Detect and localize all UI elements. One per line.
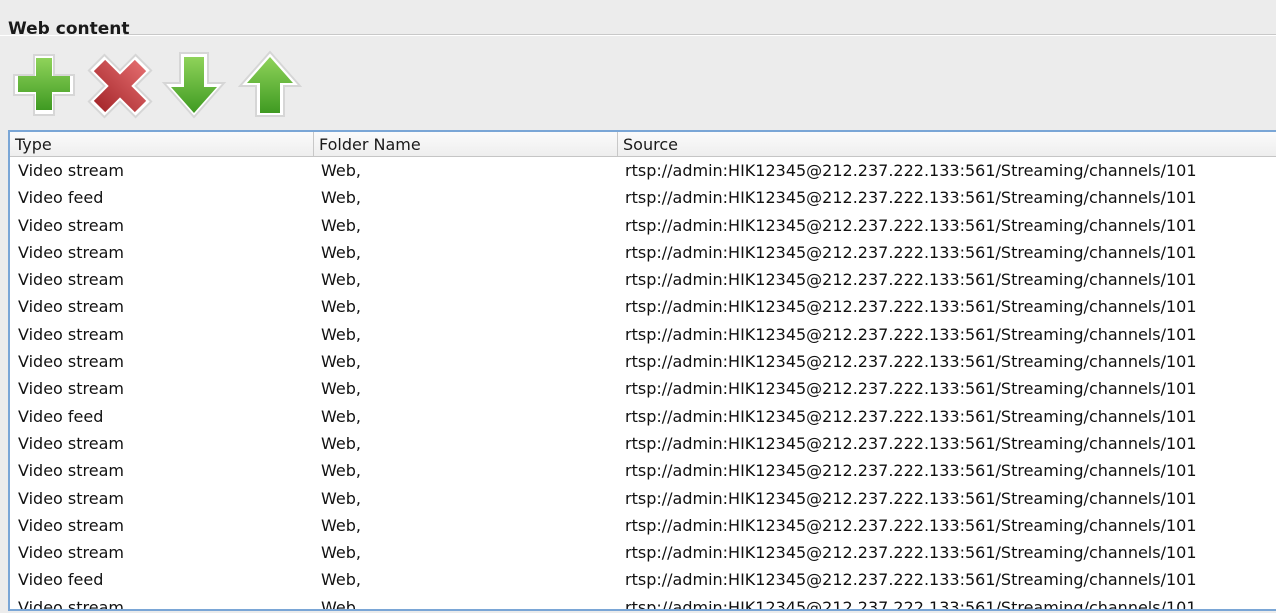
cell-type: Video stream	[18, 433, 124, 453]
green-up-arrow-icon	[237, 50, 303, 117]
cell-type: Video stream	[18, 270, 124, 290]
cell-source: rtsp://admin:HIK12345@212.237.222.133:56…	[625, 433, 1197, 453]
table-row[interactable]: Video feed Web, rtsp://admin:HIK12345@212.…	[10, 566, 1276, 593]
cell-source: rtsp://admin:HIK12345@212.237.222.133:56…	[625, 570, 1197, 590]
table-row[interactable]: Video stream Web, rtsp://admin:HIK12345@21…	[10, 157, 1276, 184]
cell-type: Video stream	[18, 161, 124, 180]
move-down-button[interactable]	[160, 50, 228, 120]
cell-type: Video stream	[18, 242, 124, 262]
cell-folder-name: Web,	[321, 543, 361, 563]
cell-type: Video stream	[18, 597, 124, 611]
cell-folder-name: Web,	[321, 188, 361, 208]
title-divider-highlight	[0, 35, 1276, 36]
cell-type: Video stream	[18, 488, 124, 508]
table-row[interactable]: Video stream Web, rtsp://admin:HIK12345@21…	[10, 594, 1276, 611]
cell-source: rtsp://admin:HIK12345@212.237.222.133:56…	[625, 488, 1197, 508]
table-row[interactable]: Video stream Web, rtsp://admin:HIK12345@21…	[10, 430, 1276, 457]
cell-folder-name: Web,	[321, 379, 361, 399]
cell-type: Video stream	[18, 515, 124, 535]
table-row[interactable]: Video stream Web, rtsp://admin:HIK12345@21…	[10, 375, 1276, 402]
table-row[interactable]: Video stream Web, rtsp://admin:HIK12345@21…	[10, 348, 1276, 375]
cell-folder-name: Web,	[321, 515, 361, 535]
cell-source: rtsp://admin:HIK12345@212.237.222.133:56…	[625, 161, 1197, 180]
add-button[interactable]	[10, 50, 78, 120]
cell-type: Video stream	[18, 352, 124, 372]
table-row[interactable]: Video feed Web, rtsp://admin:HIK12345@212.…	[10, 184, 1276, 211]
cell-folder-name: Web,	[321, 570, 361, 590]
cell-source: rtsp://admin:HIK12345@212.237.222.133:56…	[625, 406, 1197, 426]
cell-type: Video stream	[18, 215, 124, 235]
cell-type: Video stream	[18, 379, 124, 399]
cell-type: Video feed	[18, 570, 104, 590]
cell-folder-name: Web,	[321, 242, 361, 262]
cell-source: rtsp://admin:HIK12345@212.237.222.133:56…	[625, 597, 1197, 611]
red-x-icon	[87, 53, 153, 119]
cell-source: rtsp://admin:HIK12345@212.237.222.133:56…	[625, 543, 1197, 563]
cell-folder-name: Web,	[321, 406, 361, 426]
cell-source: rtsp://admin:HIK12345@212.237.222.133:56…	[625, 215, 1197, 235]
column-header-type[interactable]: Type	[10, 132, 314, 156]
column-header-source[interactable]: Source	[618, 132, 1276, 156]
web-content-table[interactable]: Type Folder Name Source Video stream Web,…	[8, 130, 1276, 611]
table-row[interactable]: Video stream Web, rtsp://admin:HIK12345@21…	[10, 321, 1276, 348]
cell-type: Video stream	[18, 543, 124, 563]
table-row[interactable]: Video stream Web, rtsp://admin:HIK12345@21…	[10, 293, 1276, 320]
table-body: Video stream Web, rtsp://admin:HIK12345@21…	[10, 157, 1276, 611]
cell-type: Video feed	[18, 188, 104, 208]
cell-folder-name: Web,	[321, 597, 361, 611]
cell-source: rtsp://admin:HIK12345@212.237.222.133:56…	[625, 188, 1197, 208]
cell-type: Video stream	[18, 461, 124, 481]
cell-folder-name: Web,	[321, 488, 361, 508]
cell-folder-name: Web,	[321, 433, 361, 453]
cell-folder-name: Web,	[321, 324, 361, 344]
green-down-arrow-icon	[161, 52, 227, 119]
cell-folder-name: Web,	[321, 297, 361, 317]
green-plus-icon	[13, 54, 75, 116]
cell-folder-name: Web,	[321, 461, 361, 481]
remove-button[interactable]	[86, 50, 154, 120]
web-content-panel: Web content Type Folder Name Source Vide…	[0, 0, 1276, 613]
cell-source: rtsp://admin:HIK12345@212.237.222.133:56…	[625, 297, 1197, 317]
cell-source: rtsp://admin:HIK12345@212.237.222.133:56…	[625, 242, 1197, 262]
table-row[interactable]: Video stream Web, rtsp://admin:HIK12345@21…	[10, 485, 1276, 512]
cell-source: rtsp://admin:HIK12345@212.237.222.133:56…	[625, 324, 1197, 344]
table-row[interactable]: Video stream Web, rtsp://admin:HIK12345@21…	[10, 239, 1276, 266]
table-row[interactable]: Video stream Web, rtsp://admin:HIK12345@21…	[10, 457, 1276, 484]
table-row[interactable]: Video stream Web, rtsp://admin:HIK12345@21…	[10, 539, 1276, 566]
cell-source: rtsp://admin:HIK12345@212.237.222.133:56…	[625, 379, 1197, 399]
column-header-folder-name[interactable]: Folder Name	[314, 132, 618, 156]
table-row[interactable]: Video feed Web, rtsp://admin:HIK12345@212.…	[10, 403, 1276, 430]
cell-source: rtsp://admin:HIK12345@212.237.222.133:56…	[625, 270, 1197, 290]
cell-folder-name: Web,	[321, 352, 361, 372]
cell-folder-name: Web,	[321, 161, 361, 180]
table-row[interactable]: Video stream Web, rtsp://admin:HIK12345@21…	[10, 266, 1276, 293]
table-row[interactable]: Video stream Web, rtsp://admin:HIK12345@21…	[10, 212, 1276, 239]
cell-type: Video feed	[18, 406, 104, 426]
cell-folder-name: Web,	[321, 215, 361, 235]
cell-source: rtsp://admin:HIK12345@212.237.222.133:56…	[625, 515, 1197, 535]
cell-source: rtsp://admin:HIK12345@212.237.222.133:56…	[625, 352, 1197, 372]
table-row[interactable]: Video stream Web, rtsp://admin:HIK12345@21…	[10, 512, 1276, 539]
section-title: Web content	[8, 19, 130, 39]
cell-type: Video stream	[18, 297, 124, 317]
move-up-button[interactable]	[236, 50, 304, 120]
cell-source: rtsp://admin:HIK12345@212.237.222.133:56…	[625, 461, 1197, 481]
cell-type: Video stream	[18, 324, 124, 344]
table-header: Type Folder Name Source	[10, 132, 1276, 157]
cell-folder-name: Web,	[321, 270, 361, 290]
